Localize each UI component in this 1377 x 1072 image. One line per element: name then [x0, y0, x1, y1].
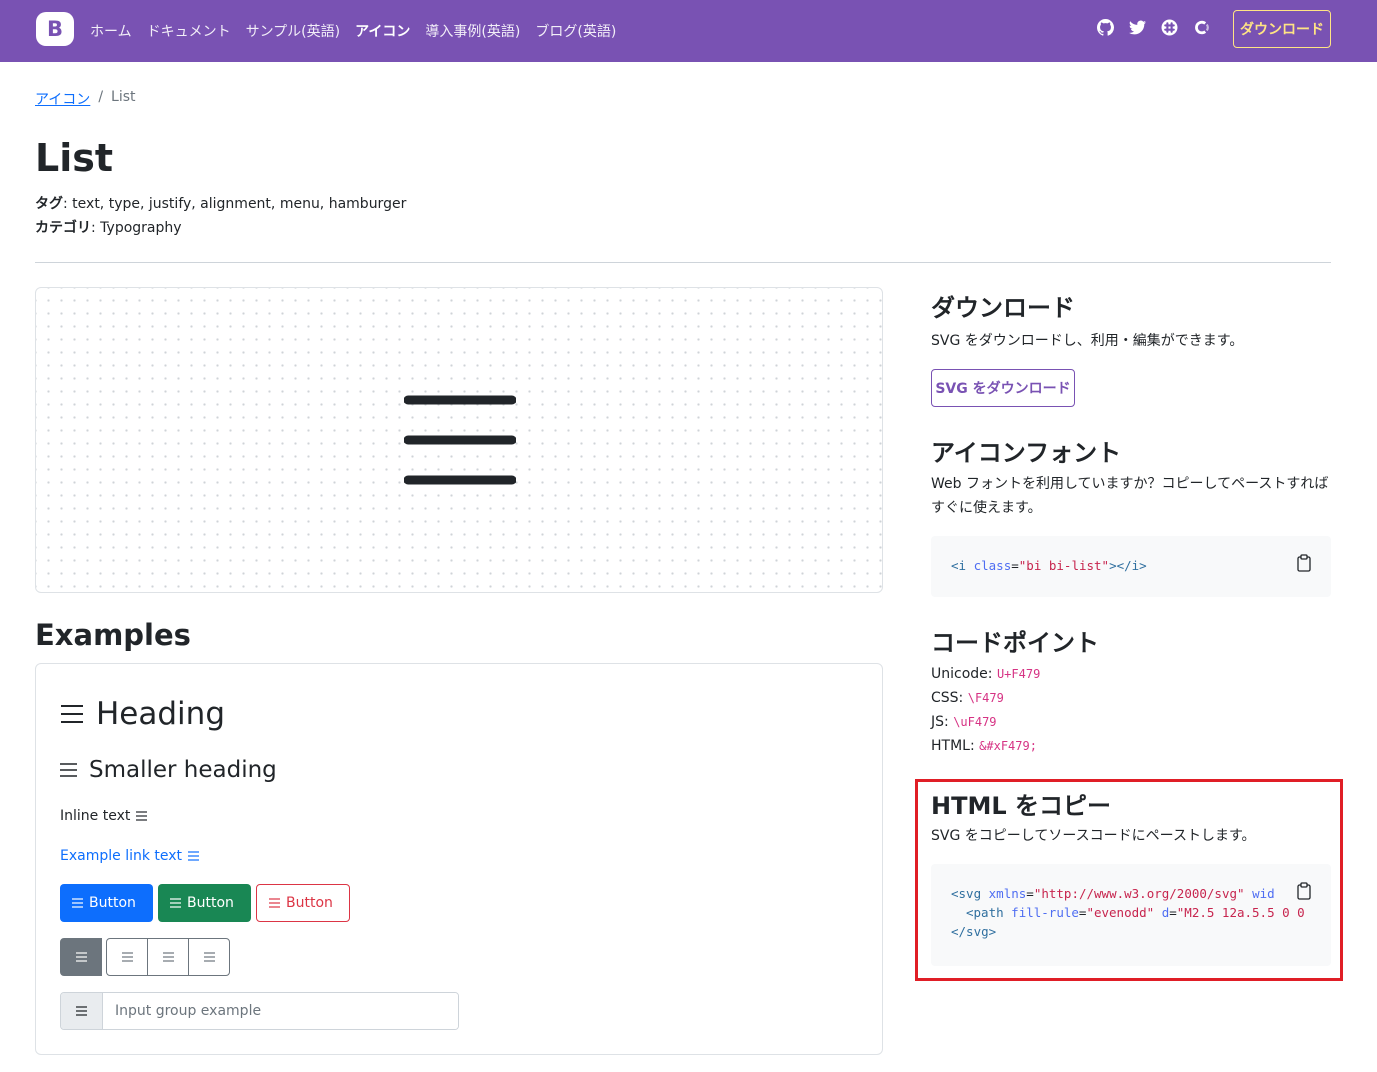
- html-row: HTML: &#xF479;: [931, 738, 1037, 754]
- icon-font-code: <i class="bi bi-list"></i>: [951, 558, 1147, 573]
- list-icon: [269, 898, 280, 908]
- list-icon: [75, 952, 87, 962]
- nav-link-blog[interactable]: ブログ(英語): [535, 21, 616, 41]
- highlight-annotation: [915, 779, 1343, 981]
- tags-line: タグ: text, type, justify, alignment, menu…: [35, 196, 407, 212]
- button-group: [60, 938, 230, 976]
- category-value: Typography: [100, 220, 182, 236]
- opencollective-icon[interactable]: [1192, 18, 1210, 36]
- examples-title: Examples: [35, 618, 191, 652]
- code-point-title: コードポイント: [931, 629, 1099, 657]
- breadcrumb-separator: /: [98, 89, 104, 105]
- html-value: &#xF479;: [979, 739, 1037, 753]
- list-icon: [61, 705, 83, 723]
- divider: [35, 262, 1331, 263]
- button-group-item-2[interactable]: [106, 938, 148, 976]
- button-group-item-4[interactable]: [188, 938, 230, 976]
- breadcrumb-icons-link[interactable]: アイコン: [35, 89, 90, 109]
- inline-text: Inline text: [60, 808, 131, 824]
- list-icon: [72, 898, 83, 908]
- breadcrumb-current: List: [111, 89, 136, 105]
- nav-link-examples[interactable]: サンプル(英語): [246, 21, 341, 41]
- list-icon: [60, 763, 77, 777]
- tags-value: text, type, justify, alignment, menu, ha…: [72, 196, 407, 212]
- slack-icon[interactable]: [1160, 18, 1178, 36]
- primary-button-label: Button: [89, 895, 136, 911]
- nav-link-home[interactable]: ホーム: [90, 21, 132, 41]
- input-group-addon: [61, 993, 103, 1029]
- primary-button[interactable]: Button: [60, 884, 153, 922]
- css-value: \F479: [967, 691, 1004, 705]
- js-value: \uF479: [953, 715, 997, 729]
- github-icon[interactable]: [1096, 18, 1114, 36]
- input-group-example: [60, 992, 459, 1030]
- heading-text: Heading: [96, 696, 225, 732]
- category-label: カテゴリ: [35, 220, 91, 236]
- nav-link-docs[interactable]: ドキュメント: [147, 21, 231, 41]
- list-icon: [162, 952, 174, 962]
- unicode-value: U+F479: [996, 667, 1041, 681]
- list-icon: [121, 952, 133, 962]
- link-example[interactable]: Example link text: [60, 848, 200, 864]
- js-row: JS: \uF479: [931, 714, 997, 730]
- list-icon: [203, 952, 215, 962]
- danger-button-label: Button: [286, 895, 333, 911]
- download-title: ダウンロード: [931, 294, 1075, 322]
- category-line: カテゴリ: Typography: [35, 220, 182, 236]
- button-group-item-1[interactable]: [60, 938, 102, 976]
- page-title: List: [35, 136, 114, 180]
- icon-font-title: アイコンフォント: [931, 439, 1122, 467]
- list-icon: [170, 898, 181, 908]
- list-icon: [188, 851, 200, 861]
- success-button-label: Button: [187, 895, 234, 911]
- nav-link-themes[interactable]: 導入事例(英語): [425, 21, 520, 41]
- tags-label: タグ: [35, 196, 63, 212]
- icon-font-description: Web フォントを利用していますか？コピーしてペーストすればすぐに使えます。: [931, 476, 1329, 516]
- button-group-item-3[interactable]: [147, 938, 189, 976]
- navbar-download-button[interactable]: ダウンロード: [1233, 10, 1331, 48]
- button-examples: Button Button Button: [60, 884, 350, 922]
- top-navbar: B ホーム ドキュメント サンプル(英語) アイコン 導入事例(英語) ブログ(…: [0, 0, 1377, 62]
- examples-panel: Heading Smaller heading Inline text Exam…: [35, 663, 883, 1055]
- clipboard-icon[interactable]: [1297, 554, 1311, 572]
- icon-preview: [35, 287, 883, 593]
- unicode-row: Unicode: U+F479: [931, 666, 1041, 682]
- breadcrumb: アイコン / List: [35, 89, 136, 109]
- icon-font-code-box: <i class="bi bi-list"></i>: [931, 536, 1331, 597]
- nav-social-icons: [1096, 18, 1210, 36]
- input-group-field[interactable]: [103, 993, 458, 1029]
- twitter-icon[interactable]: [1128, 18, 1146, 36]
- download-description: SVG をダウンロードし、利用・編集ができます。: [931, 333, 1244, 349]
- download-svg-button[interactable]: SVG をダウンロード: [931, 369, 1075, 407]
- success-button[interactable]: Button: [158, 884, 251, 922]
- heading-example: Heading: [60, 696, 225, 732]
- example-link-text[interactable]: Example link text: [60, 848, 182, 864]
- danger-outline-button[interactable]: Button: [256, 884, 350, 922]
- css-row: CSS: \F479: [931, 690, 1004, 706]
- bootstrap-logo[interactable]: B: [36, 12, 74, 46]
- inline-text-example: Inline text: [60, 808, 148, 824]
- list-icon: [136, 811, 148, 821]
- smaller-heading-text: Smaller heading: [89, 757, 277, 783]
- smaller-heading-example: Smaller heading: [60, 757, 277, 783]
- list-icon: [404, 395, 516, 485]
- list-icon: [76, 1006, 87, 1016]
- nav-link-icons[interactable]: アイコン: [355, 21, 410, 41]
- nav-links: ホーム ドキュメント サンプル(英語) アイコン 導入事例(英語) ブログ(英語…: [90, 0, 616, 62]
